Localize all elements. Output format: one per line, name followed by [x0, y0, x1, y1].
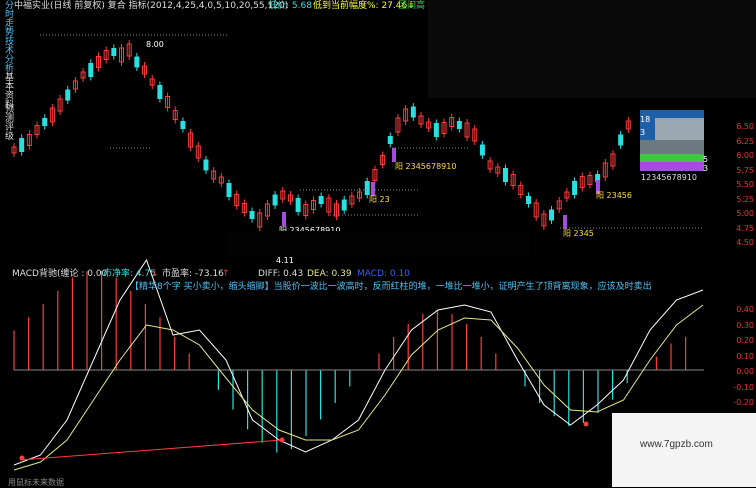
cross-marker [19, 455, 25, 461]
low-price-label-chart: 4.11 [276, 256, 294, 265]
box-purple [640, 162, 704, 171]
watermark-text: www.7gpzb.com [640, 439, 713, 450]
candle-body [249, 211, 255, 219]
candle-body [134, 56, 140, 68]
candle-body [226, 183, 232, 197]
candle-body [549, 209, 555, 221]
box-green [640, 154, 704, 162]
candle-body [433, 123, 439, 137]
box-num-d: 3 [703, 164, 709, 173]
candle-body [456, 121, 462, 129]
box-num-a: 18 [640, 115, 651, 124]
macd-name: MACD背驰(缠论 : 0.00 [12, 269, 108, 279]
candle-body [410, 106, 416, 118]
price-axis-tick: 6.50 [736, 122, 754, 131]
candle-body [88, 63, 94, 77]
price-axis-tick: 4.75 [736, 223, 754, 233]
box-num-b: 3 [640, 128, 646, 137]
macd-axis-tick: 0.10 [736, 351, 754, 361]
purple-candle [563, 215, 567, 229]
price-axis-tick: 5.75 [736, 165, 754, 175]
yang-label-4: 阳 2345 [563, 229, 594, 238]
price-axis-tick: 5.00 [736, 209, 754, 218]
purple-candle [282, 212, 286, 226]
macd-axis-tick: -0.10 [733, 382, 754, 392]
price-axis-tick: 5.50 [736, 180, 754, 189]
yang-label-3: 阳 2345678910 [395, 162, 457, 171]
box-dark [640, 140, 704, 154]
pe-arrow: ↑ [222, 269, 230, 279]
candle-body [295, 198, 301, 212]
candle-body [65, 89, 71, 101]
pe-ratio: 市盈率: -73.16 [162, 269, 224, 279]
macd-axis-tick: 0.00 [736, 367, 754, 376]
pb-arrow: ↓ [151, 269, 159, 279]
candle-body [42, 118, 48, 126]
yang-label-5: 阳 23456 [596, 191, 632, 200]
dea-line [13, 304, 704, 471]
macd-axis-tick: -0.20 [733, 398, 754, 407]
candle-body [203, 159, 209, 171]
price-axis-tick: 6.25 [736, 136, 754, 146]
cross-marker [583, 421, 589, 427]
sequence-label: 12345678910 [641, 173, 697, 182]
divergence-line [19, 439, 283, 461]
pb-ratio: 市净率: 4.75 [103, 269, 156, 279]
candle-body [180, 121, 186, 129]
candle-body [157, 85, 163, 99]
purple-candle [371, 182, 375, 196]
macd-note: 【精华8个字 买小卖小，缩头缩脚】当股价一波比一波高时，反而红柱的堆，一堆比一堆… [130, 282, 652, 292]
purple-candle [392, 148, 396, 162]
candle-body [387, 136, 393, 144]
cross-marker [279, 437, 285, 443]
candle-body [572, 181, 578, 195]
footer-text: 用鼠标未来数据 [8, 478, 64, 487]
high-price-label: 8.00 [146, 40, 164, 49]
candle-body [272, 194, 278, 206]
candle-body [525, 196, 531, 204]
price-axis-tick: 4.50 [736, 238, 754, 247]
price-axis-tick: 6.00 [736, 151, 754, 160]
price-axis-tick: 5.25 [736, 194, 754, 204]
yang-label-2: 阳 23 [369, 195, 390, 204]
macd-axis-tick: 0.40 [736, 305, 754, 314]
candle-body [318, 196, 324, 204]
candle-body [111, 48, 117, 56]
candle-body [479, 144, 485, 156]
macd-axis-tick: 0.20 [736, 336, 754, 345]
box-num-c: 5 [703, 155, 709, 164]
macd-axis-tick: 0.30 [736, 320, 754, 330]
diff-label: DIFF: 0.43 [258, 269, 304, 279]
watermark-box: www.7gpzb.com [612, 413, 756, 487]
candle-body [364, 181, 370, 195]
candle-body [502, 168, 508, 182]
macd-value-label: MACD: 0.10 [357, 269, 410, 279]
dea-label: DEA: 0.39 [307, 269, 352, 279]
masked-region [227, 231, 529, 257]
box-grey [655, 118, 704, 142]
candle-body [341, 199, 347, 211]
candle-body [618, 134, 624, 146]
candle-body [19, 138, 25, 152]
